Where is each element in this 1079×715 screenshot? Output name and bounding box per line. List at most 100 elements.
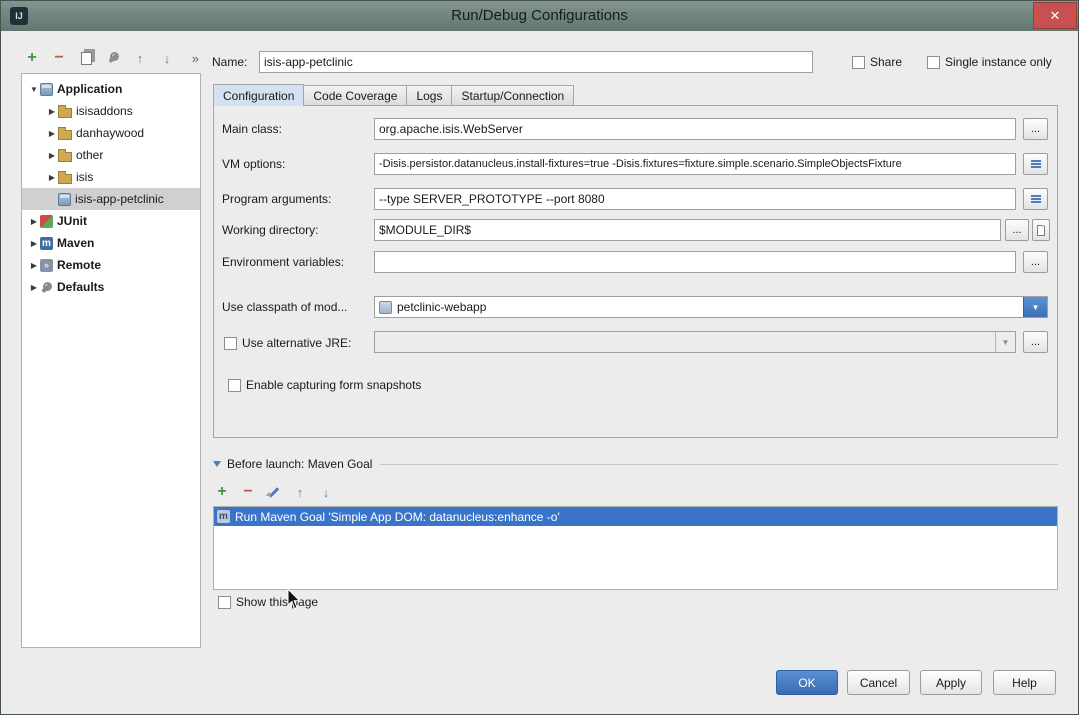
show-this-page-label: Show this page	[236, 595, 318, 609]
close-button[interactable]: ✕	[1033, 2, 1077, 29]
name-input[interactable]	[259, 51, 813, 73]
tree-item-defaults[interactable]: ▶Defaults	[22, 276, 200, 298]
tree-item-label: Remote	[57, 258, 101, 272]
expand-arrow-icon[interactable]: ▶	[28, 239, 40, 248]
folder-icon	[58, 152, 72, 162]
collapse-triangle-icon[interactable]	[213, 461, 221, 467]
classpath-value: petclinic-webapp	[397, 300, 486, 314]
working-directory-label: Working directory:	[222, 219, 318, 241]
folder-icon	[58, 174, 72, 184]
before-launch-header: Before launch: Maven Goal	[213, 456, 1058, 472]
environment-variables-label: Environment variables:	[222, 251, 344, 273]
working-directory-browse-button[interactable]: ...	[1005, 219, 1029, 241]
alternative-jre-browse-button[interactable]: ...	[1023, 331, 1048, 353]
before-launch-list: Run Maven Goal 'Simple App DOM: datanucl…	[213, 506, 1058, 590]
environment-variables-input[interactable]	[374, 251, 1016, 273]
move-up-icon[interactable]	[131, 49, 149, 67]
chevron-down-icon: ▼	[995, 332, 1015, 352]
collapse-arrow-icon[interactable]: ▼	[28, 85, 40, 94]
alternative-jre-checkbox[interactable]	[224, 337, 237, 350]
tree-item-application[interactable]: ▼ Application	[22, 78, 200, 100]
mouse-cursor	[287, 589, 301, 610]
maven-icon	[217, 510, 230, 523]
program-arguments-input[interactable]	[374, 188, 1016, 210]
expand-icon	[1031, 195, 1041, 203]
share-checkbox[interactable]	[852, 56, 865, 69]
form-snapshots-label: Enable capturing form snapshots	[246, 378, 421, 392]
expand-arrow-icon[interactable]: ▶	[28, 283, 40, 292]
move-down-icon[interactable]	[317, 483, 335, 501]
program-arguments-expand-button[interactable]	[1023, 188, 1048, 210]
separator-line	[380, 464, 1058, 465]
junit-icon	[40, 215, 53, 228]
vm-options-expand-button[interactable]	[1023, 153, 1048, 175]
application-icon	[58, 193, 71, 206]
share-checkbox-group: Share	[852, 54, 902, 70]
show-this-page-checkbox[interactable]	[218, 596, 231, 609]
tree-item-remote[interactable]: ▶ Remote	[22, 254, 200, 276]
tree-item-other[interactable]: ▶ other	[22, 144, 200, 166]
tree-item-label: isisaddons	[76, 104, 133, 118]
document-icon	[1037, 225, 1045, 236]
tree-item-maven[interactable]: ▶Maven	[22, 232, 200, 254]
before-launch-toolbar	[213, 482, 335, 502]
environment-variables-browse-button[interactable]: ...	[1023, 251, 1048, 273]
vm-options-input[interactable]	[374, 153, 1016, 175]
main-class-input[interactable]	[374, 118, 1016, 140]
folder-icon	[58, 130, 72, 140]
tree-item-isis-app-petclinic[interactable]: isis-app-petclinic	[22, 188, 200, 210]
tree-item-label: danhaywood	[76, 126, 144, 140]
before-launch-task-label: Run Maven Goal 'Simple App DOM: datanucl…	[235, 510, 560, 524]
expand-arrow-icon[interactable]: ▶	[28, 217, 40, 226]
tree-item-danhaywood[interactable]: ▶ danhaywood	[22, 122, 200, 144]
copy-icon[interactable]	[77, 49, 95, 67]
form-snapshots-checkbox[interactable]	[228, 379, 241, 392]
apply-button[interactable]: Apply	[920, 670, 982, 695]
help-button[interactable]: Help	[993, 670, 1056, 695]
application-icon	[40, 83, 53, 96]
before-launch-task[interactable]: Run Maven Goal 'Simple App DOM: datanucl…	[214, 507, 1057, 526]
tree-item-label: Application	[57, 82, 122, 96]
title-bar: IJ Run/Debug Configurations	[1, 1, 1078, 31]
classpath-combo[interactable]: petclinic-webapp ▼	[374, 296, 1048, 318]
classpath-dropdown-button[interactable]: ▼	[1023, 297, 1047, 317]
alternative-jre-combo[interactable]: ▼	[374, 331, 1016, 353]
tab-logs[interactable]: Logs	[406, 85, 451, 106]
single-instance-checkbox[interactable]	[927, 56, 940, 69]
tree-item-isisaddons[interactable]: ▶ isisaddons	[22, 100, 200, 122]
alternative-jre-checkbox-group: Use alternative JRE:	[224, 335, 351, 351]
edit-icon[interactable]	[265, 483, 283, 501]
tree-item-junit[interactable]: ▶JUnit	[22, 210, 200, 232]
main-class-browse-button[interactable]: ...	[1023, 118, 1048, 140]
ok-button[interactable]: OK	[776, 670, 838, 695]
run-config-tree: ▼ Application ▶ isisaddons ▶ danhaywood ▶ other…	[21, 73, 201, 648]
edit-defaults-icon[interactable]	[104, 49, 122, 67]
move-down-icon[interactable]	[158, 49, 176, 67]
tab-configuration[interactable]: Configuration	[213, 84, 304, 106]
tab-code-coverage[interactable]: Code Coverage	[304, 85, 406, 106]
working-directory-input[interactable]	[374, 219, 1001, 241]
tree-item-label: isis	[76, 170, 93, 184]
main-class-label: Main class:	[222, 118, 282, 140]
remove-icon[interactable]	[50, 49, 68, 67]
expand-arrow-icon[interactable]: ▶	[46, 151, 58, 160]
move-up-icon[interactable]	[291, 483, 309, 501]
before-launch-title: Before launch: Maven Goal	[227, 457, 372, 471]
cancel-button[interactable]: Cancel	[847, 670, 910, 695]
expand-arrow-icon[interactable]: ▶	[46, 173, 58, 182]
program-arguments-label: Program arguments:	[222, 188, 331, 210]
add-icon[interactable]	[23, 49, 41, 67]
tree-item-label: other	[76, 148, 103, 162]
tab-startup-connection[interactable]: Startup/Connection	[451, 85, 574, 106]
tree-item-isis[interactable]: ▶ isis	[22, 166, 200, 188]
sidebar-toolbar: »	[23, 48, 199, 68]
expand-arrow-icon[interactable]: ▶	[46, 129, 58, 138]
expand-arrow-icon[interactable]: ▶	[46, 107, 58, 116]
overflow-chevrons-icon[interactable]: »	[192, 51, 199, 66]
configuration-panel: Main class: ... VM options: Program argu…	[213, 105, 1058, 438]
expand-arrow-icon[interactable]: ▶	[28, 261, 40, 270]
remove-icon[interactable]	[239, 483, 257, 501]
add-icon[interactable]	[213, 483, 231, 501]
working-directory-macro-button[interactable]	[1032, 219, 1050, 241]
close-icon: ✕	[1050, 8, 1061, 24]
